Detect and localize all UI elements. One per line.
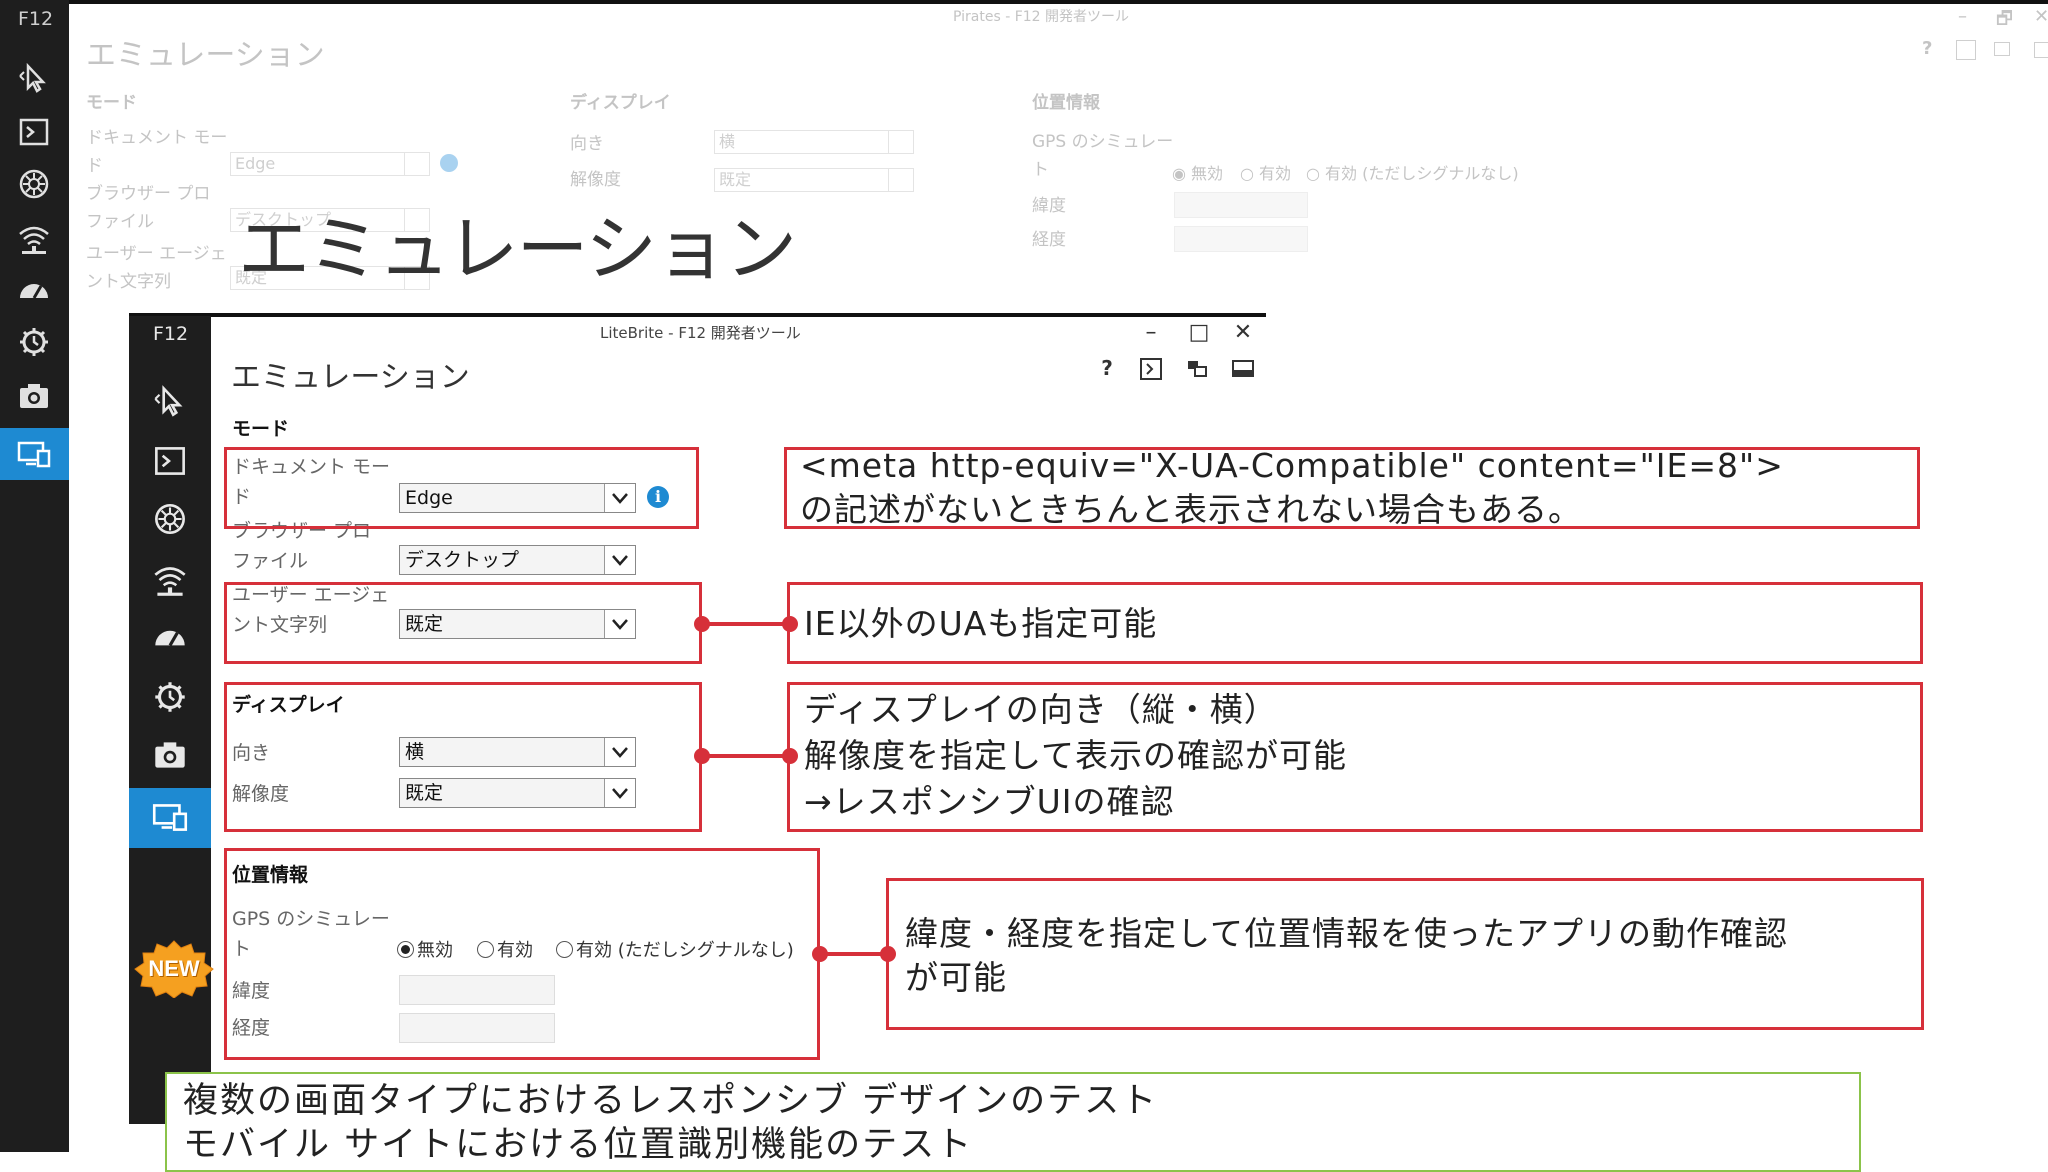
network-icon[interactable]: [149, 558, 191, 600]
background-detach-icon[interactable]: [1994, 42, 2010, 56]
background-lon-label: 経度: [1032, 230, 1066, 250]
close-button[interactable]: ✕: [1228, 320, 1258, 345]
background-orientation-label: 向き: [570, 134, 604, 154]
emulation-icon[interactable]: [14, 434, 54, 474]
maximize-button[interactable]: □: [1184, 320, 1214, 345]
connector-dot: [694, 616, 710, 632]
window-caption: LiteBrite - F12 開発者ツール: [600, 324, 801, 342]
background-gps-label: GPS のシミュレート: [1032, 132, 1174, 180]
new-badge-label: NEW: [148, 956, 200, 981]
connector-dot: [812, 946, 828, 962]
background-info-icon[interactable]: [440, 154, 458, 172]
emulation-icon[interactable]: [149, 796, 191, 838]
debugger-icon[interactable]: [14, 164, 54, 204]
screenshot-icon[interactable]: [149, 734, 191, 776]
ua-note: IE以外のUAも指定可能: [804, 604, 1158, 643]
display-note-line2: 解像度を指定して表示の確認が可能: [804, 736, 1348, 775]
console-toggle-icon[interactable]: [1138, 356, 1164, 382]
background-dock-icon[interactable]: [2034, 42, 2048, 58]
display-connector: [702, 754, 790, 758]
sidebar-title: F12: [153, 323, 189, 345]
connector-dot: [694, 748, 710, 764]
detach-icon[interactable]: [1184, 356, 1210, 382]
ua-highlight: [224, 582, 702, 664]
background-lat-input[interactable]: [1174, 192, 1308, 218]
background-restore-button[interactable]: 🗗: [1996, 6, 2013, 36]
mode-heading: モード: [232, 418, 290, 440]
cursor-icon[interactable]: [14, 58, 54, 98]
summary-line2: モバイル サイトにおける位置識別機能のテスト: [183, 1125, 974, 1165]
geo-highlight: [224, 848, 820, 1060]
chevron-down-icon: [604, 546, 635, 574]
background-lat-label: 緯度: [1032, 196, 1066, 216]
tool-sidebar: [129, 316, 211, 1124]
background-close-button[interactable]: ✕: [2034, 6, 2048, 27]
background-doc-mode-label: ドキュメント モード: [86, 128, 228, 176]
ua-connector: [702, 622, 790, 626]
performance-icon[interactable]: [149, 616, 191, 658]
new-badge: NEW: [134, 940, 214, 999]
display-note-line3: →レスポンシブUIの確認: [804, 782, 1175, 821]
background-console-toggle-icon[interactable]: [1956, 40, 1976, 60]
background-ua-label: ユーザー エージェ ント文字列: [86, 244, 227, 292]
performance-icon[interactable]: [14, 270, 54, 310]
background-resolution-select[interactable]: 既定: [714, 168, 914, 192]
debugger-icon[interactable]: [149, 498, 191, 540]
background-orientation-select[interactable]: 横: [714, 130, 914, 154]
minimize-button[interactable]: –: [1136, 320, 1166, 345]
background-window-topline: [69, 0, 2048, 4]
background-display-heading: ディスプレイ: [570, 93, 671, 113]
background-minimize-button[interactable]: –: [1958, 6, 1967, 27]
doc-mode-highlight: [224, 447, 699, 529]
background-sidebar-title: F12: [18, 8, 54, 30]
help-icon[interactable]: ?: [1094, 356, 1120, 382]
background-gps-radio-on[interactable]: ○ 有効: [1240, 160, 1291, 184]
background-page-title: エミュレーション: [86, 38, 325, 73]
geo-note-line2: が可能: [905, 958, 1007, 997]
console-icon[interactable]: [14, 112, 54, 152]
page-title: エミュレーション: [231, 360, 470, 395]
doc-mode-note-line2: の記述がないときちんと表示されない場合もある。: [800, 490, 1582, 529]
display-highlight: [224, 682, 702, 832]
background-gps-radio-nosignal[interactable]: ○ 有効 (ただしシグナルなし): [1306, 160, 1519, 184]
browser-profile-select[interactable]: デスクトップ: [399, 545, 636, 575]
cursor-icon[interactable]: [149, 380, 191, 422]
display-note-line1: ディスプレイの向き（縦・横）: [804, 690, 1278, 729]
background-doc-mode-select[interactable]: Edge: [230, 152, 430, 176]
dock-icon[interactable]: [1230, 356, 1256, 382]
memory-icon[interactable]: [149, 676, 191, 718]
background-browser-profile-label: ブラウザー プロ ファイル: [86, 184, 211, 232]
screenshot-icon[interactable]: [14, 376, 54, 416]
background-mode-heading: モード: [86, 93, 137, 113]
network-icon[interactable]: [14, 218, 54, 258]
doc-mode-note-line1: <meta http-equiv="X-UA-Compatible" conte…: [800, 446, 1784, 485]
memory-icon[interactable]: [14, 322, 54, 362]
overlay-title: エミュレーション: [238, 207, 797, 291]
console-icon[interactable]: [149, 440, 191, 482]
background-help-button[interactable]: ?: [1922, 38, 1932, 59]
background-window-caption: Pirates - F12 開発者ツール: [953, 9, 1130, 25]
background-geo-heading: 位置情報: [1032, 93, 1100, 113]
background-lon-input[interactable]: [1174, 226, 1308, 252]
background-gps-radio-off[interactable]: ◉ 無効: [1172, 160, 1223, 184]
geo-connector: [820, 952, 888, 956]
geo-note-line1: 緯度・経度を指定して位置情報を使ったアプリの動作確認: [905, 914, 1789, 953]
